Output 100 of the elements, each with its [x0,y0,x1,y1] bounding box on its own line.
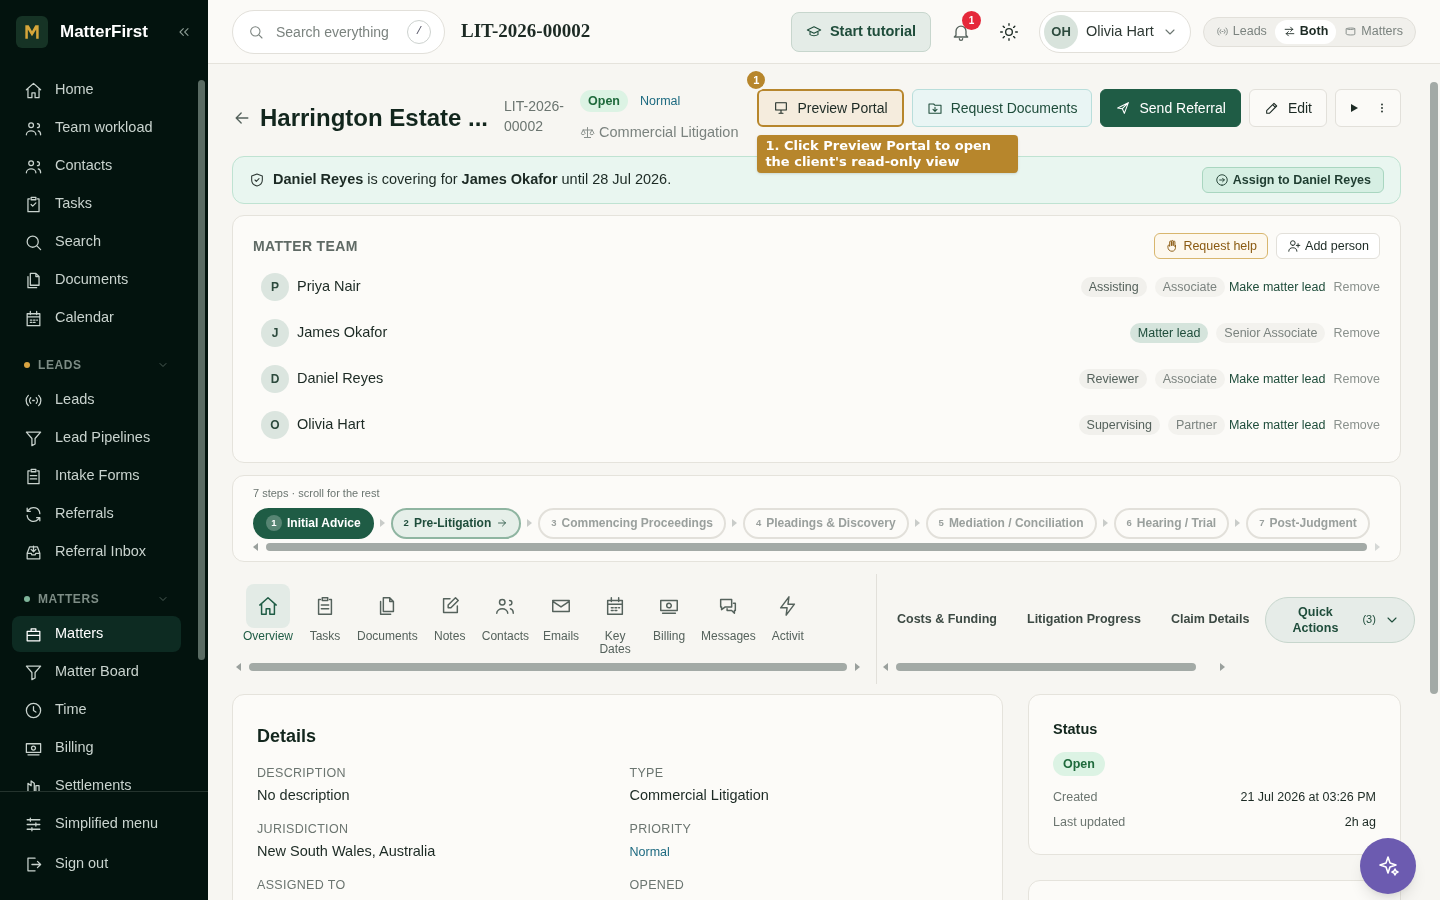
stage-step[interactable]: 1 Initial Advice [253,507,374,539]
chevron-icon [527,519,533,527]
sidebar-item[interactable]: Sign out [12,844,196,884]
tab[interactable]: Key Dates [588,583,643,656]
member-avatar: O [261,411,289,439]
view-toggle-option[interactable]: Leads [1207,19,1275,44]
field-label: TYPE [629,764,665,782]
more-actions-button[interactable] [1335,89,1401,127]
scroll-right-icon[interactable] [1220,662,1225,671]
field-value: New South Wales, Australia [257,842,437,862]
sidebar-item[interactable]: Referral Inbox [12,534,181,570]
field-label: ASSIGNED TO [257,876,347,894]
matter-type: Commercial Litigation [599,123,739,142]
sidebar-item[interactable]: Tasks [12,186,181,222]
info-label: Created [1053,789,1098,807]
member-name: Olivia Hart [297,415,366,435]
role-tag: Reviewer [1078,369,1147,389]
chevron-icon [914,519,920,527]
scroll-left-icon[interactable] [236,662,241,671]
tab[interactable]: Documents [352,583,423,643]
scrollbar[interactable] [198,80,205,660]
member-avatar: D [261,365,289,393]
role-tag: Supervising [1078,415,1160,435]
request-help-button[interactable]: Request help [1154,233,1269,259]
folder-download-icon [926,100,943,116]
tab[interactable]: Tasks [298,583,352,643]
user-name: Olivia Hart [1086,21,1154,41]
tab[interactable]: Emails [534,583,589,643]
sidebar-item[interactable]: Home [12,72,181,108]
action-button[interactable]: Send Referral [1100,89,1241,127]
action-button[interactable]: Edit [1248,89,1327,127]
sidebar-item[interactable]: Settlements [12,768,181,791]
tab[interactable]: Contacts [476,583,535,643]
sidebar-item[interactable]: Referrals [12,496,181,532]
section-tab[interactable]: Litigation Progress [1027,610,1141,629]
sidebar-item[interactable]: Time [12,692,181,728]
assistant-button[interactable] [1360,838,1416,894]
member-avatar: P [261,273,289,301]
stages-caption: 7 steps · scroll for the rest [253,486,381,501]
field-value: No description [257,786,351,806]
add-person-button[interactable]: Add person [1276,233,1380,259]
sidebar-item[interactable]: Billing [12,730,181,766]
member-name: Priya Nair [297,277,362,297]
view-toggle-option[interactable]: Both [1274,19,1337,44]
sidebar-item[interactable]: Contacts [12,148,181,184]
sidebar-item[interactable]: Documents [12,262,181,298]
member-name: James Okafor [297,323,389,343]
sidebar-item[interactable]: Matter Board [12,654,181,690]
action-button[interactable]: Preview Portal [757,89,904,127]
section-tab[interactable]: Costs & Funding [897,610,997,629]
section-tab[interactable]: Claim Details [1170,610,1250,629]
database-icon [1344,25,1358,38]
tab[interactable]: Notes [422,583,477,643]
chevron-icon [379,519,385,527]
tab[interactable]: Billing [642,583,697,643]
field-label: OPENED [629,876,686,894]
scroll-left-icon[interactable] [883,662,888,671]
play-icon [1348,102,1360,114]
tab[interactable]: Messages [696,583,761,643]
scroll-right-icon[interactable] [855,662,860,671]
pencil-icon [1263,100,1280,116]
tab[interactable]: Activit [760,583,815,643]
scroll-right-icon[interactable] [1375,542,1380,551]
sidebar-item[interactable]: Intake Forms [12,458,181,494]
user-menu[interactable]: OH Olivia Hart [1039,10,1191,53]
scrollbar[interactable] [896,662,1196,671]
sun-icon[interactable] [999,21,1020,42]
make-lead-link[interactable]: Make matter lead [1228,415,1326,435]
home-icon [257,594,279,617]
tutorial-tooltip: 1. Click Preview Portal to open the client's read-only view [757,135,1019,173]
sidebar-item[interactable]: Team workload [12,110,181,146]
action-button[interactable]: Request Documents [911,89,1093,127]
section-heading: MATTERS [38,591,101,608]
section-heading: LEADS [38,357,83,374]
make-lead-link[interactable]: Make matter lead [1228,277,1326,297]
send-icon [1115,100,1132,116]
stage-step[interactable]: 2 Pre-Litigation [390,507,522,539]
clipboard-icon [24,466,43,486]
tasks-icon [24,194,43,214]
scroll-left-icon[interactable] [253,542,258,551]
scrollbar[interactable] [1430,82,1438,694]
sidebar-item[interactable]: Calendar [12,300,181,336]
user-plus-icon [1287,239,1302,253]
sidebar-item[interactable]: Matters [12,616,181,652]
signal-icon [1215,25,1229,38]
assign-button[interactable]: Assign to Daniel Reyes [1201,167,1384,193]
scrollbar[interactable] [249,662,847,671]
view-toggle-option[interactable]: Matters [1336,19,1411,44]
scrollbar[interactable] [266,542,1367,551]
quick-actions-button[interactable]: Quick Actions (3) [1265,596,1415,643]
sidebar-item[interactable]: Lead Pipelines [12,420,181,456]
docs-icon [24,270,43,290]
chevron-icon [1235,519,1241,527]
sidebar-item[interactable]: Search [12,224,181,260]
make-lead-link[interactable]: Make matter lead [1228,369,1326,389]
info-value: 21 Jul 2026 at 03:26 PM [1240,789,1376,807]
sidebar-item[interactable]: Simplified menu [12,804,196,844]
start-tutorial-button[interactable]: Start tutorial [790,11,932,52]
sidebar-item[interactable]: Leads [12,382,181,418]
member-name: Daniel Reyes [297,369,385,389]
